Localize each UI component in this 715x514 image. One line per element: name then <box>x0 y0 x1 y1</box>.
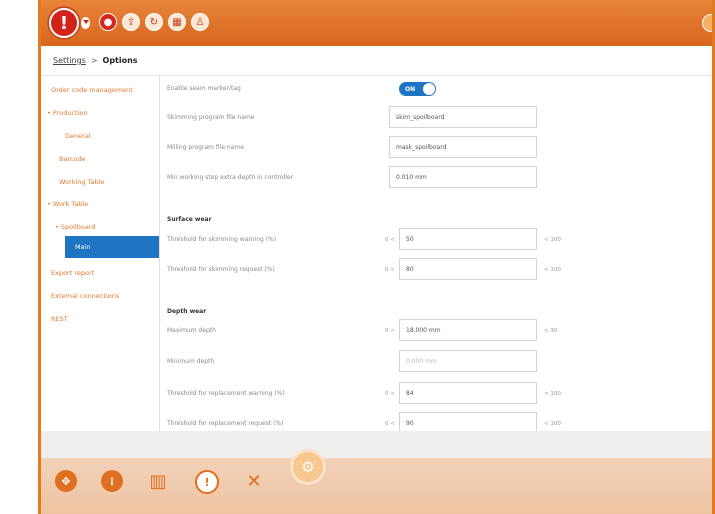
toolbar-icons: ● ⇪ ↻ ▦ ♙ <box>99 13 209 31</box>
sidebar-item-rest[interactable]: REST <box>51 315 68 323</box>
sidebar-item-barcode[interactable]: Barcode <box>59 155 86 163</box>
skim-request-suffix: < 100 <box>544 267 561 273</box>
max-depth-suffix: < 30 <box>544 328 558 334</box>
skim-warning-input[interactable]: 50 <box>399 228 537 250</box>
sidebar-item-work-table[interactable]: • Work Table <box>47 200 88 208</box>
machine-icon[interactable]: ✥ <box>55 470 77 492</box>
upload-icon[interactable]: ⇪ <box>122 13 140 31</box>
min-depth-label: Minimum depth <box>167 358 215 365</box>
min-depth-input: 0.000 mm <box>399 350 537 372</box>
sidebar-item-main[interactable]: Main <box>65 236 159 258</box>
refresh-icon[interactable]: ↻ <box>145 13 163 31</box>
record-icon[interactable]: ● <box>99 13 117 31</box>
dots-icon[interactable]: ⁝ <box>101 470 123 492</box>
extra-depth-input[interactable]: 0.010 mm <box>389 166 537 188</box>
tools-icon[interactable]: ✕ <box>243 470 265 492</box>
logo-glyph: ! <box>51 10 77 36</box>
skim-warning-prefix: 0 < <box>385 237 395 243</box>
skim-file-label: Skimming program file name <box>167 114 255 121</box>
sidebar-item-order-code[interactable]: Order code management <box>51 86 133 94</box>
enable-seam-label: Enable seam marker/tag <box>167 85 241 92</box>
skim-file-input[interactable]: skim_spoilboard <box>389 106 537 128</box>
bottom-navigation: ✥ ⁝ ▥ ! ✕ ⚙ <box>41 452 712 514</box>
replace-request-prefix: 0 < <box>385 421 395 427</box>
max-depth-input[interactable]: 18.000 mm <box>399 319 537 341</box>
sidebar-item-working-table[interactable]: Working Table <box>59 178 104 186</box>
logo[interactable]: ! <box>47 6 81 40</box>
max-depth-label: Maximum depth <box>167 327 216 334</box>
replace-warning-label: Threshold for replacement warning (%) <box>167 390 285 397</box>
extra-depth-label: Min working step extra depth in controll… <box>167 174 294 181</box>
skim-request-prefix: 0 < <box>385 267 395 273</box>
skim-warning-label: Threshold for skimming warning (%) <box>167 236 277 243</box>
replace-warning-input[interactable]: 84 <box>399 382 537 404</box>
notification-icon[interactable] <box>702 14 712 32</box>
machine-icon[interactable]: ▦ <box>168 13 186 31</box>
sidebar-item-spoilboard[interactable]: • Spoilboard <box>55 223 96 231</box>
settings-icon[interactable]: ⚙ <box>293 452 323 482</box>
sidebar-item-production[interactable]: • Production <box>47 109 87 117</box>
breadcrumb-separator: > <box>90 56 98 65</box>
replace-warning-suffix: < 100 <box>544 391 561 397</box>
mask-file-label: Milling program file name <box>167 144 244 151</box>
sidebar-item-external-connections[interactable]: External connections <box>51 292 119 300</box>
replace-request-label: Threshold for replacement request (%) <box>167 420 284 427</box>
logo-dropdown-icon[interactable] <box>81 17 90 29</box>
skim-request-input[interactable]: 80 <box>399 258 537 280</box>
options-panel: Order code management • Production Gener… <box>41 76 712 434</box>
skim-request-label: Threshold for skimming request (%) <box>167 266 275 273</box>
sidebar-item-general[interactable]: General <box>65 132 91 140</box>
footer-strip <box>41 431 712 458</box>
person-icon[interactable]: ♙ <box>191 13 209 31</box>
sidebar-item-export-report[interactable]: Export report <box>51 269 94 277</box>
breadcrumb-settings-link[interactable]: Settings <box>53 56 86 65</box>
app-window: ! ● ⇪ ↻ ▦ ♙ Settings > Options Order cod… <box>38 0 715 514</box>
enable-seam-toggle[interactable]: ON <box>399 82 436 96</box>
replace-request-suffix: < 100 <box>544 421 561 427</box>
toggle-state: ON <box>405 85 416 93</box>
max-depth-prefix: 0 < <box>385 328 395 334</box>
replace-warning-prefix: 0 < <box>385 391 395 397</box>
options-content: Enable seam marker/tag ON Skimming progr… <box>159 76 712 434</box>
toggle-knob <box>423 83 435 95</box>
breadcrumb: Settings > Options <box>41 46 712 76</box>
breadcrumb-current: Options <box>102 56 138 65</box>
skim-warning-suffix: < 100 <box>544 237 561 243</box>
top-toolbar: ! ● ⇪ ↻ ▦ ♙ <box>41 0 712 46</box>
alert-icon[interactable]: ! <box>195 470 219 494</box>
mask-file-input[interactable]: mask_spoilboard <box>389 136 537 158</box>
depth-wear-title: Depth wear <box>167 308 207 315</box>
options-sidebar: Order code management • Production Gener… <box>41 76 160 431</box>
chart-icon[interactable]: ▥ <box>147 470 169 492</box>
surface-wear-title: Surface wear <box>167 216 212 223</box>
